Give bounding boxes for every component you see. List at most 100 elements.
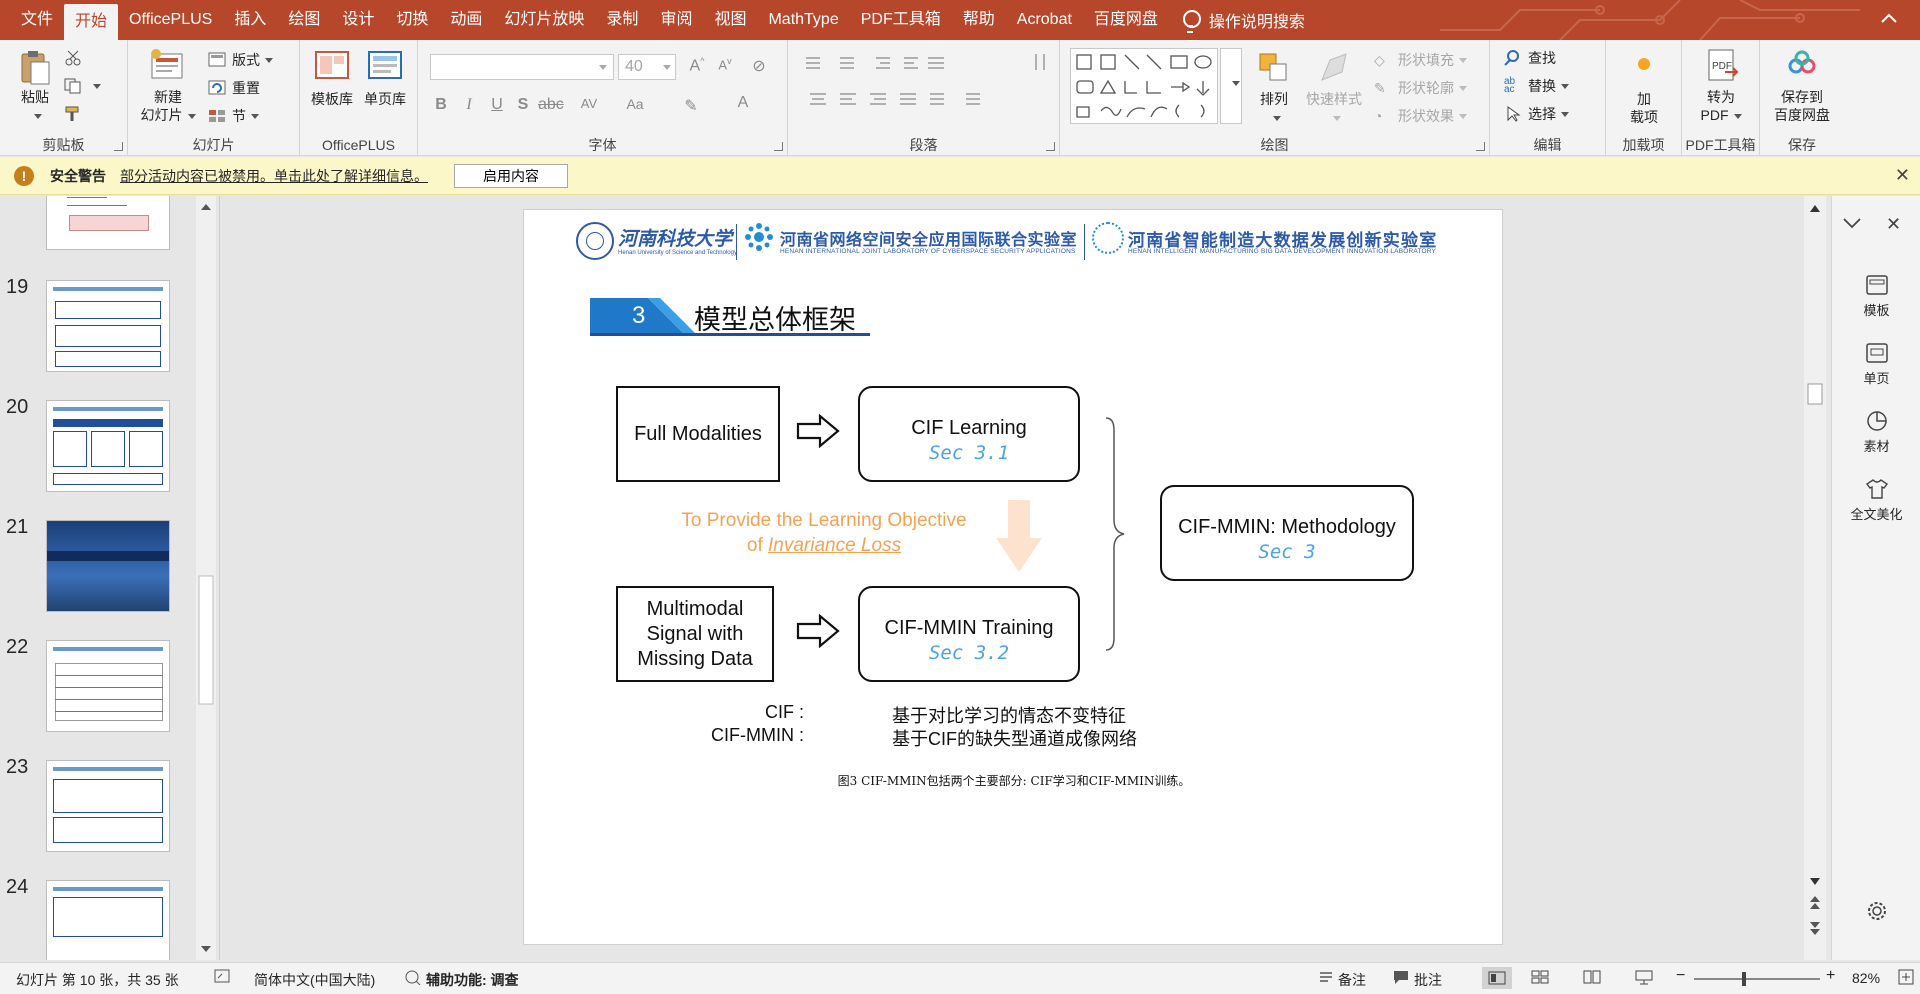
menu-tab[interactable]: OfficePLUS <box>118 0 223 40</box>
shadow-icon[interactable]: S <box>512 96 534 114</box>
dialog-launcher-icon[interactable] <box>114 142 123 151</box>
notes-icon[interactable] <box>1318 969 1334 988</box>
menu-tab[interactable]: 插入 <box>223 0 277 40</box>
slide-thumbnail[interactable] <box>46 760 170 852</box>
strikethrough-icon[interactable]: abc <box>538 96 564 114</box>
close-pane-icon[interactable]: ✕ <box>1886 214 1901 235</box>
font-dialog-launcher-icon[interactable] <box>774 142 783 151</box>
settings-gear-icon[interactable] <box>1866 900 1888 925</box>
shape-outline-button[interactable]: ✎ 形状轮廓 <box>1374 78 1467 98</box>
slideshow-view-icon[interactable] <box>1634 969 1654 988</box>
ribbon-display-options-icon[interactable] <box>1878 8 1902 32</box>
cut-button[interactable] <box>64 50 88 66</box>
menu-tab[interactable]: 切换 <box>385 0 439 40</box>
comment-icon[interactable] <box>1392 969 1410 988</box>
font-size-dropdown[interactable]: 40 <box>618 54 676 80</box>
clear-formatting-icon[interactable]: ⊘ <box>748 56 770 76</box>
shape-fill-button[interactable]: ◇ 形状填充 <box>1374 50 1467 70</box>
menu-tab[interactable]: 帮助 <box>952 0 1006 40</box>
normal-view-icon[interactable] <box>1482 967 1512 989</box>
quick-styles-button[interactable]: 快速样式 <box>1302 50 1366 126</box>
slide-thumbnail[interactable] <box>46 640 170 732</box>
language-indicator[interactable]: 简体中文(中国大陆) <box>254 970 375 990</box>
replace-button[interactable]: ab ac 替换 <box>1504 76 1569 96</box>
paste-button[interactable]: 粘贴 <box>12 48 58 124</box>
enable-content-button[interactable]: 启用内容 <box>454 163 568 188</box>
menu-tab[interactable]: MathType <box>757 0 849 40</box>
menu-tab[interactable]: 录制 <box>595 0 649 40</box>
highlight-icon[interactable]: ✎ <box>680 96 702 116</box>
menu-tab[interactable]: PDF工具箱 <box>850 0 952 40</box>
character-spacing-icon[interactable]: AV <box>578 96 600 111</box>
menu-tab[interactable]: 幻灯片放映 <box>493 0 595 40</box>
zoom-in-button[interactable]: + <box>1826 967 1835 985</box>
convert-to-pdf-button[interactable]: PDF 转为 PDF <box>1690 48 1752 124</box>
accessibility-icon[interactable] <box>404 969 422 988</box>
paragraph-tools-icons[interactable] <box>800 52 1050 114</box>
chevron-down-icon[interactable] <box>1842 216 1862 233</box>
spell-check-icon[interactable] <box>214 969 232 988</box>
pane-material-button[interactable]: 素材 <box>1832 410 1920 455</box>
font-color-icon[interactable]: A <box>732 94 754 112</box>
slide-thumbnail[interactable] <box>46 280 170 372</box>
slide-vertical-scrollbar[interactable] <box>1804 196 1826 960</box>
slide-canvas[interactable]: 河南科技大学 Henan University of Science and T… <box>523 209 1503 945</box>
shapes-more-button[interactable] <box>1220 48 1242 124</box>
change-case-button[interactable]: Aa <box>618 96 652 112</box>
menu-tab[interactable]: 动画 <box>439 0 493 40</box>
find-button[interactable]: 查找 <box>1504 48 1556 68</box>
paragraph-dialog-launcher-icon[interactable] <box>1046 142 1055 151</box>
slide-thumbnail[interactable] <box>46 880 170 960</box>
pane-single-page-button[interactable]: 单页 <box>1832 342 1920 387</box>
zoom-level[interactable]: 82% <box>1852 970 1880 986</box>
copy-button[interactable] <box>64 78 101 94</box>
bold-icon[interactable]: B <box>430 96 452 114</box>
slide-thumbnail[interactable] <box>46 400 170 492</box>
menu-tab[interactable]: 百度网盘 <box>1083 0 1169 40</box>
underline-icon[interactable]: U <box>486 96 508 114</box>
format-painter-button[interactable] <box>64 106 88 122</box>
fit-to-window-icon[interactable] <box>1898 969 1914 988</box>
zoom-out-button[interactable]: − <box>1676 967 1685 985</box>
tell-me-search[interactable]: 操作说明搜索 <box>1182 8 1305 33</box>
zoom-slider-thumb[interactable] <box>1742 972 1746 986</box>
font-name-dropdown[interactable] <box>430 54 614 80</box>
slide-thumbnail[interactable] <box>46 196 170 250</box>
drawing-dialog-launcher-icon[interactable] <box>1476 142 1485 151</box>
warning-message-link[interactable]: 部分活动内容已被禁用。单击此处了解详细信息。 <box>120 166 428 186</box>
menu-tab[interactable]: 绘图 <box>277 0 331 40</box>
addins-button[interactable]: 加 载项 <box>1616 50 1672 126</box>
new-slide-button[interactable]: 新建 幻灯片 <box>136 48 200 124</box>
notes-button[interactable]: 备注 <box>1338 970 1366 990</box>
reading-view-icon[interactable] <box>1582 969 1602 988</box>
slide-thumbnail[interactable] <box>46 520 170 612</box>
slide-sorter-view-icon[interactable] <box>1530 969 1550 988</box>
increase-font-size-icon[interactable]: A^ <box>686 56 708 75</box>
accessibility-status[interactable]: 辅助功能: 调查 <box>426 970 519 990</box>
arrange-button[interactable]: 排列 <box>1252 50 1296 126</box>
save-to-baidu-button[interactable]: 保存到 百度网盘 <box>1764 48 1840 124</box>
menu-tab[interactable]: Acrobat <box>1006 0 1083 40</box>
single-page-library-button[interactable]: 单页库 <box>360 50 410 108</box>
italic-icon[interactable]: I <box>458 96 480 114</box>
menu-tab[interactable]: 视图 <box>703 0 757 40</box>
close-icon[interactable]: ✕ <box>1895 165 1910 186</box>
thumbnail-scrollbar[interactable] <box>196 196 216 960</box>
section-button[interactable]: 节 <box>208 106 259 126</box>
select-button[interactable]: 选择 <box>1504 104 1569 124</box>
menu-tab[interactable]: 审阅 <box>649 0 703 40</box>
shapes-gallery[interactable] <box>1070 48 1218 124</box>
pane-beautify-button[interactable]: 全文美化 <box>1832 478 1920 523</box>
menu-tab[interactable]: 设计 <box>331 0 385 40</box>
pane-template-button[interactable]: 模板 <box>1832 274 1920 319</box>
menu-tab[interactable]: 开始 <box>64 4 119 40</box>
layout-button[interactable]: 版式 <box>208 50 273 70</box>
menu-tab[interactable]: 文件 <box>10 0 64 40</box>
reset-button[interactable]: 重置 <box>208 78 260 98</box>
template-library-button[interactable]: 模板库 <box>308 50 356 108</box>
comments-button[interactable]: 批注 <box>1414 970 1442 990</box>
decrease-font-size-icon[interactable]: Av <box>714 56 736 72</box>
shape-effects-button[interactable]: ◔ 形状效果 <box>1374 106 1467 126</box>
zoom-slider[interactable] <box>1694 978 1820 980</box>
slide-counter[interactable]: 幻灯片 第 10 张，共 35 张 <box>16 970 179 990</box>
